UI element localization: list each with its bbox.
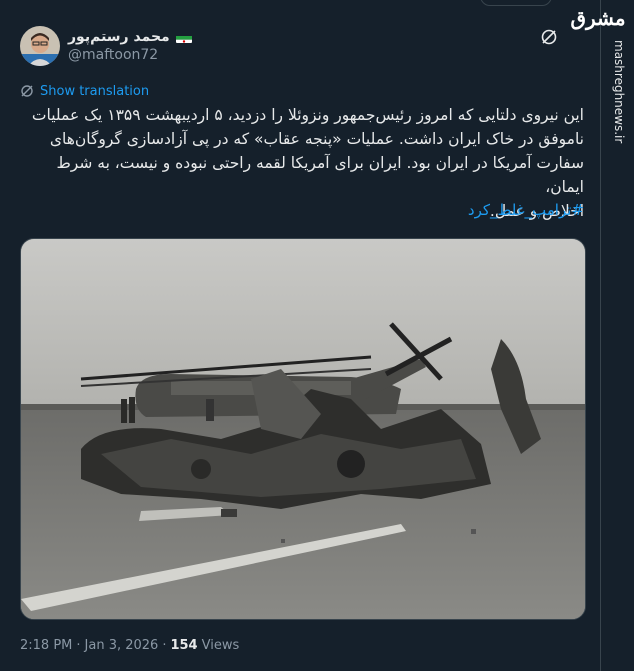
author-display-name[interactable]: محمد رستم‌پور <box>68 29 170 45</box>
translate-icon <box>21 85 33 97</box>
watermark-site: mashreghnews.ir <box>612 40 626 144</box>
tweet-meta: 2:18 PM · Jan 3, 2026 · 154 Views <box>20 638 239 653</box>
meta-separator-2: · <box>162 638 167 653</box>
tweet-date[interactable]: Jan 3, 2026 <box>85 638 159 653</box>
show-translation-label[interactable]: Show translation <box>40 84 149 99</box>
avatar[interactable] <box>20 26 60 66</box>
author-name-row[interactable]: محمد رستم‌پور <box>68 27 192 47</box>
tweet-card: محمد رستم‌پور @maftoon72 Show translatio… <box>0 0 601 671</box>
grok-icon[interactable] <box>540 28 558 46</box>
previous-control[interactable] <box>480 0 552 6</box>
views-count: 154 <box>170 638 198 653</box>
mashregh-logo: مشرق <box>570 6 626 30</box>
iran-flag-icon <box>175 32 192 43</box>
person-avatar-icon <box>20 26 60 66</box>
helicopter-wreckage-photo <box>21 239 585 619</box>
hashtag-link[interactable]: #ترامپ_غلط_کرد <box>468 201 584 219</box>
views-label: Views <box>201 638 240 653</box>
meta-separator: · <box>76 638 81 653</box>
tweet-time[interactable]: 2:18 PM <box>20 638 72 653</box>
show-translation[interactable]: Show translation <box>20 82 149 100</box>
author-handle[interactable]: @maftoon72 <box>68 47 158 63</box>
tweet-photo[interactable] <box>20 238 586 620</box>
